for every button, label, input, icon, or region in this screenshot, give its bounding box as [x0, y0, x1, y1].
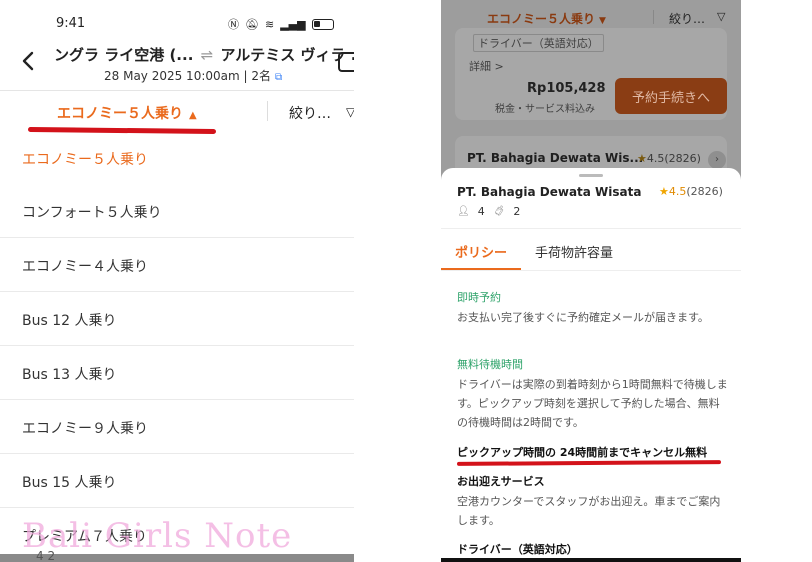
star-icon: ★	[637, 152, 647, 165]
policy-instant-booking: 即時予約 お支払い完了後すぐに予約確定メールが届きます。	[457, 289, 729, 327]
provider-name: PT. Bahagia Dewata Wis...	[467, 151, 644, 165]
menu-item-bus-15[interactable]: Bus 15 人乗り	[0, 454, 354, 508]
annotation-underline	[456, 460, 722, 466]
back-arrow-icon[interactable]	[18, 50, 40, 72]
filter-icon[interactable]: ▽	[717, 10, 725, 23]
policy-heading: お出迎えサービス	[457, 475, 545, 488]
menu-item-label: エコノミー９人乗り	[22, 421, 148, 437]
vehicle-type-dropdown[interactable]: エコノミー５人乗り ▲	[57, 103, 197, 123]
policy-heading: 無料待機時間	[457, 358, 523, 371]
route-destination: アルテミス ヴィラ ...	[220, 46, 354, 64]
battery-icon	[311, 18, 334, 30]
share-icon[interactable]	[338, 52, 354, 72]
policy-body: 空港カウンターでスタッフがお出迎え。車までご案内します。	[457, 495, 721, 527]
chevron-right-icon[interactable]: ›	[708, 151, 726, 169]
menu-item-bus-13[interactable]: Bus 13 人乗り	[0, 346, 354, 400]
filter-divider	[653, 10, 654, 24]
policy-heading: ドライバー（英語対応）	[457, 543, 578, 556]
watermark: Bali Girls Note	[22, 516, 293, 556]
star-icon: ★	[659, 185, 669, 198]
cancellation-note: ピックアップ時間の 24時間前までキャンセル無料	[457, 446, 708, 459]
filter-icon[interactable]: ▽	[346, 105, 354, 119]
tab-baggage[interactable]: 手荷物許容量	[535, 242, 613, 261]
menu-item-label: Bus 15 人乗り	[22, 475, 117, 491]
signal-icon: ▂▄▆	[280, 17, 306, 31]
policy-driver-language: ドライバー（英語対応）	[457, 541, 729, 557]
result-card: ドライバー（英語対応） 詳細 > Rp105,428 税金・サービス料込み 予約…	[455, 28, 727, 120]
caret-up-icon: ▲	[189, 110, 197, 121]
screen-edge	[441, 558, 741, 562]
tax-note: 税金・サービス料込み	[495, 104, 595, 115]
filter-bar: エコノミー５人乗り ▲ 絞り… ▽	[0, 91, 354, 131]
vehicle-type-dropdown[interactable]: エコノミー５人乗り ▼	[487, 10, 606, 27]
filter-divider	[267, 101, 268, 121]
provider-rating: ★4.5(2826)	[637, 152, 701, 165]
vehicle-type-label: エコノミー５人乗り	[487, 12, 596, 26]
mute-icon: 🔕︎	[245, 17, 259, 31]
policy-free-waiting: 無料待機時間 ドライバーは実際の到着時刻から1時間無料で待機します。ピックアップ…	[457, 356, 729, 432]
provider-rating: ★4.5(2826)	[659, 185, 723, 198]
menu-item-label: エコノミー５人乗り	[22, 152, 148, 168]
route-title: ングラ ライ空港 (... ⇌ アルテミス ヴィラ ...	[54, 44, 354, 65]
menu-item-label: エコノミー４人乗り	[22, 259, 148, 275]
trip-date-passengers: 28 May 2025 10:00am | 2名	[104, 69, 271, 83]
menu-item-bus-12[interactable]: Bus 12 人乗り	[0, 292, 354, 346]
trip-summary[interactable]: 28 May 2025 10:00am | 2名 ⧉	[104, 67, 282, 84]
policy-heading: 即時予約	[457, 291, 501, 304]
menu-item-label: Bus 12 人乗り	[22, 313, 117, 329]
driver-language-tag: ドライバー（英語対応）	[473, 34, 604, 52]
menu-item-economy-5[interactable]: エコノミー５人乗り	[0, 132, 354, 184]
vehicle-type-menu: エコノミー５人乗り コンフォート５人乗り エコノミー４人乗り Bus 12 人乗…	[0, 132, 354, 562]
capacity-info: 👤︎ 4 🧳︎ 2	[457, 205, 520, 218]
policy-body: お支払い完了後すぐに予約確定メールが届きます。	[457, 311, 709, 324]
divider	[441, 228, 741, 229]
price: Rp105,428	[527, 81, 606, 96]
right-screenshot: エコノミー５人乗り ▼ 絞り… ▽ ドライバー（英語対応） 詳細 > Rp105,…	[441, 0, 741, 562]
policy-meet-greet: お出迎えサービス 空港カウンターでスタッフがお出迎え。車までご案内します。	[457, 473, 729, 530]
refine-button[interactable]: 絞り…	[669, 10, 705, 27]
wifi-icon: ≋	[264, 17, 275, 31]
menu-item-economy-4[interactable]: エコノミー４人乗り	[0, 238, 354, 292]
tab-policy[interactable]: ポリシー	[455, 242, 507, 261]
book-button[interactable]: 予約手続きへ	[615, 78, 727, 114]
nfc-icon: Ⓝ	[228, 18, 239, 31]
menu-item-economy-9[interactable]: エコノミー９人乗り	[0, 400, 354, 454]
menu-item-label: コンフォート５人乗り	[22, 205, 162, 221]
left-screenshot: 9:41 Ⓝ 🔕︎ ≋ ▂▄▆ ングラ ライ空港 (... ⇌ アルテミス ヴィ…	[0, 0, 354, 562]
caret-down-icon: ▼	[599, 16, 606, 26]
luggage-count: 2	[513, 205, 521, 218]
status-bar: 9:41 Ⓝ 🔕︎ ≋ ▂▄▆	[0, 0, 354, 38]
vehicle-type-label: エコノミー５人乗り	[57, 106, 183, 122]
passenger-count: 4	[477, 205, 485, 218]
policy-body: ドライバーは実際の到着時刻から1時間無料で待機します。ピックアップ時刻を選択して…	[457, 378, 728, 429]
swap-icon: ⇌	[200, 46, 214, 64]
edit-icon[interactable]: ⧉	[275, 72, 282, 83]
refine-button[interactable]: 絞り…	[289, 103, 331, 123]
divider	[441, 270, 741, 271]
tab-bar: ポリシー 手荷物許容量	[441, 230, 741, 270]
provider-name: PT. Bahagia Dewata Wisata	[457, 185, 642, 199]
drag-handle[interactable]	[579, 174, 603, 177]
status-icons: Ⓝ 🔕︎ ≋ ▂▄▆	[228, 16, 334, 32]
policy-free-cancellation: ピックアップ時間の 24時間前までキャンセル無料	[457, 444, 729, 460]
details-link[interactable]: 詳細 >	[469, 58, 504, 74]
menu-item-label: Bus 13 人乗り	[22, 367, 117, 383]
provider-bottom-sheet: PT. Bahagia Dewata Wisata ★4.5(2826) 👤︎ 4…	[441, 168, 741, 562]
luggage-icon: 🧳︎	[492, 206, 506, 217]
menu-item-comfort-5[interactable]: コンフォート５人乗り	[0, 184, 354, 238]
route-origin: ングラ ライ空港 (...	[54, 46, 194, 64]
person-icon: 👤︎	[457, 206, 470, 217]
status-time: 9:41	[56, 16, 86, 31]
